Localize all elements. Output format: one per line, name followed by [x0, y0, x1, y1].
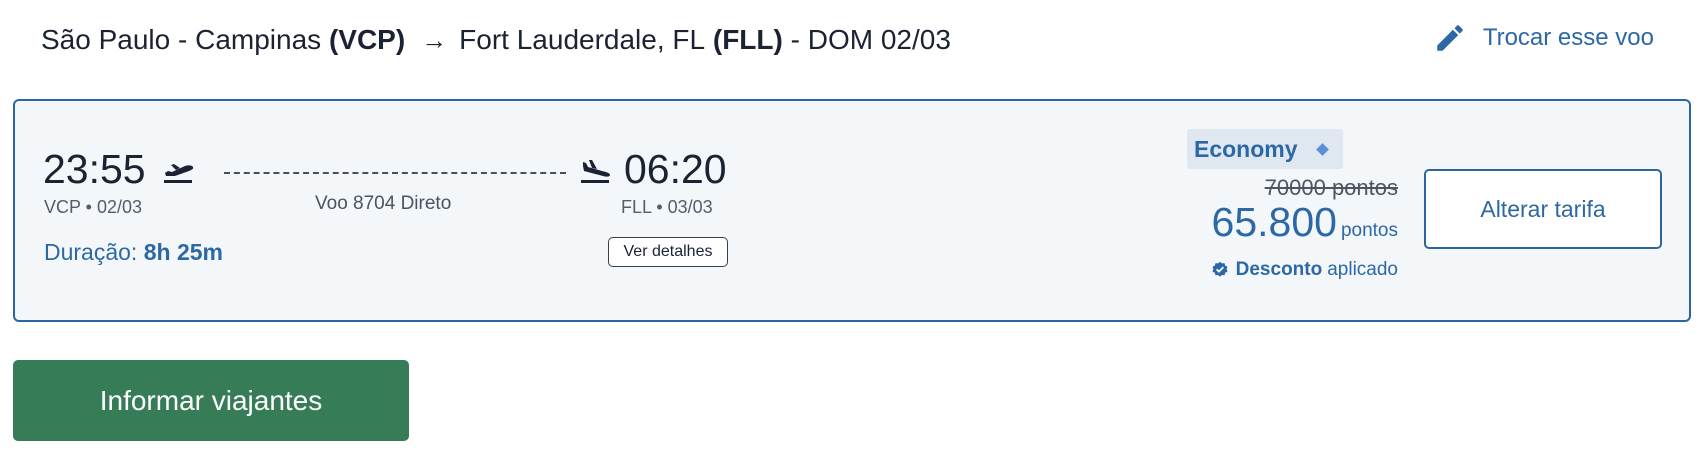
duration-value: 8h 25m	[143, 239, 223, 265]
route-arrow-icon: →	[421, 24, 448, 55]
inform-travelers-button[interactable]: Informar viajantes	[13, 360, 409, 441]
duration: Duração: 8h 25m	[44, 239, 223, 266]
cabin-badge: Economy	[1187, 129, 1343, 169]
destination-city: Fort Lauderdale, FL	[459, 24, 706, 55]
discount-label: Desconto	[1235, 259, 1323, 280]
arrival-time: 06:20	[624, 146, 727, 192]
arrival-info: FLL • 03/03	[621, 197, 713, 217]
discounted-price: 65.800 pontos	[1212, 199, 1398, 246]
departure-time: 23:55	[43, 146, 146, 192]
flight-card: 23:55 VCP • 02/03 Voo 8704 Direto 06:20 …	[13, 99, 1691, 322]
price-amount: 65.800	[1211, 199, 1337, 245]
flight-path-line	[224, 172, 566, 174]
diamond-icon	[1315, 142, 1329, 156]
verified-badge-icon	[1212, 261, 1228, 277]
change-fare-button[interactable]: Alterar tarifa	[1424, 169, 1662, 249]
original-price: 70000 pontos	[1264, 175, 1398, 200]
discount-suffix: aplicado	[1327, 259, 1398, 280]
flight-number: Voo 8704 Direto	[315, 193, 452, 214]
departure-info: VCP • 02/03	[44, 197, 143, 217]
takeoff-icon	[164, 164, 194, 183]
destination-code: (FLL)	[712, 24, 783, 55]
origin-city: São Paulo - Campinas	[41, 24, 322, 55]
view-details-button[interactable]: Ver detalhes	[608, 237, 728, 267]
route-header: São Paulo - Campinas (VCP) → Fort Lauder…	[41, 20, 951, 60]
pencil-icon	[1437, 25, 1463, 51]
discount-applied: Desconto aplicado	[1211, 259, 1398, 281]
landing-icon	[581, 160, 610, 183]
flight-date: - DOM 02/03	[790, 24, 951, 55]
price-unit: pontos	[1340, 220, 1398, 241]
cabin-label: Economy	[1194, 135, 1298, 162]
change-flight-label: Trocar esse voo	[1482, 24, 1654, 51]
change-flight-link[interactable]: Trocar esse voo	[1433, 18, 1654, 58]
duration-label: Duração:	[44, 239, 138, 265]
origin-code: (VCP)	[328, 24, 406, 55]
